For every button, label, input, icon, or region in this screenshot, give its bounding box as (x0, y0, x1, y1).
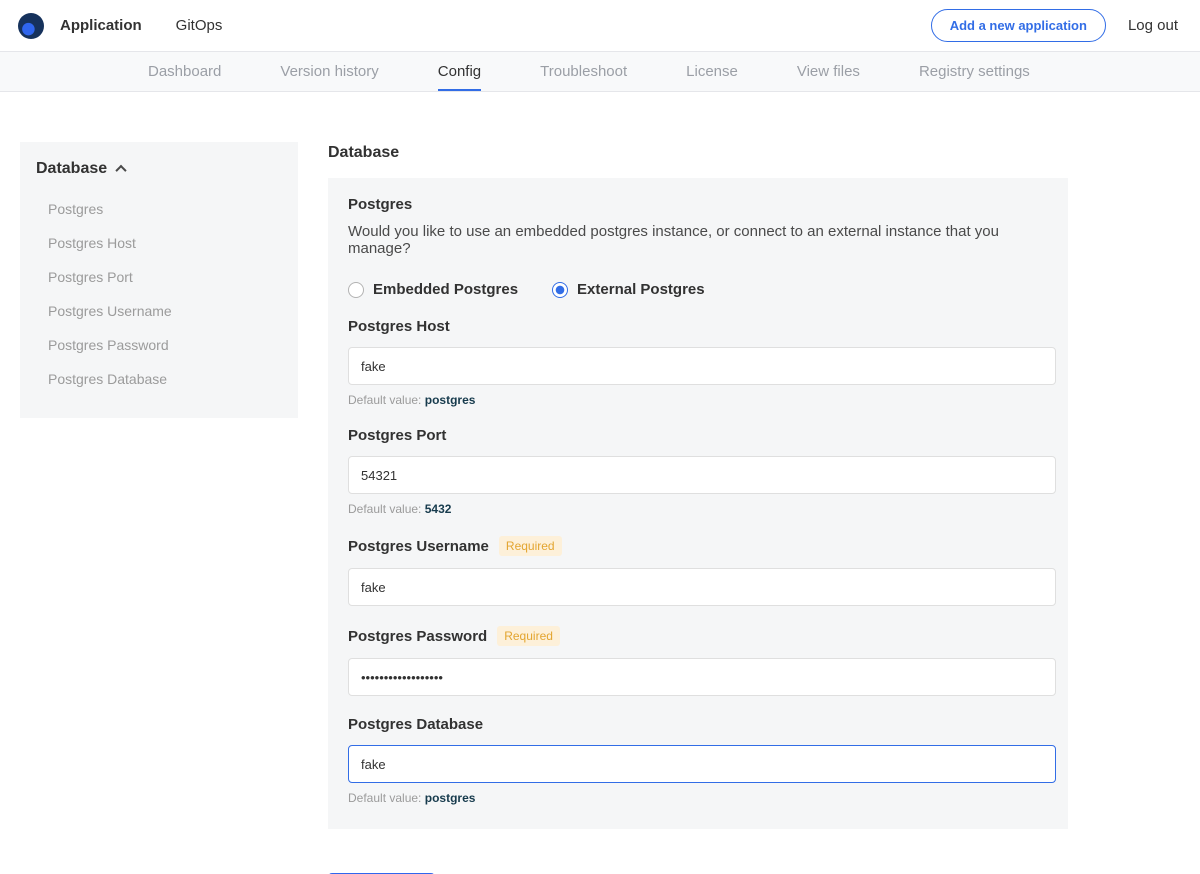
config-group-card: Postgres Would you like to use an embedd… (328, 178, 1068, 829)
subnav-tab-config[interactable]: Config (438, 52, 481, 91)
content-area: Database Postgres Postgres Host Postgres… (0, 92, 1200, 874)
default-prefix: Default value: (348, 791, 421, 805)
page-title: Database (328, 144, 1068, 162)
sidebar-item-postgres-host[interactable]: Postgres Host (36, 226, 282, 260)
field-label: Postgres Password (348, 628, 487, 645)
subnav-tab-dashboard[interactable]: Dashboard (148, 52, 221, 91)
postgres-port-input[interactable] (348, 456, 1056, 494)
add-new-application-button[interactable]: Add a new application (931, 9, 1106, 42)
header-tabs: Application GitOps (58, 11, 224, 40)
section-label: Postgres (348, 196, 1056, 213)
sidebar-item-postgres[interactable]: Postgres (36, 192, 282, 226)
config-main: Database Postgres Would you like to use … (328, 142, 1068, 874)
sidebar-item-postgres-password[interactable]: Postgres Password (36, 328, 282, 362)
field-postgres-port: Postgres Port Default value: 5432 (348, 427, 1056, 516)
field-postgres-host: Postgres Host Default value: postgres (348, 318, 1056, 407)
subnav-tab-view-files[interactable]: View files (797, 52, 860, 91)
field-label: Postgres Username (348, 538, 489, 555)
subnav-tab-version-history[interactable]: Version history (280, 52, 378, 91)
logout-link[interactable]: Log out (1128, 17, 1184, 34)
radio-label-external: External Postgres (577, 281, 705, 298)
embedded-postgres-radio[interactable] (348, 282, 364, 298)
header-right: Add a new application Log out (931, 9, 1184, 42)
default-value-hint: Default value: 5432 (348, 502, 1056, 516)
field-label: Postgres Port (348, 427, 446, 444)
default-value: postgres (425, 393, 476, 407)
subnav-tab-troubleshoot[interactable]: Troubleshoot (540, 52, 627, 91)
radio-option-embedded[interactable]: Embedded Postgres (348, 281, 518, 298)
postgres-host-input[interactable] (348, 347, 1056, 385)
default-value-hint: Default value: postgres (348, 791, 1056, 805)
chevron-up-icon (115, 165, 126, 176)
field-label: Postgres Database (348, 716, 483, 733)
top-header: Application GitOps Add a new application… (0, 0, 1200, 52)
config-sidebar: Database Postgres Postgres Host Postgres… (20, 142, 298, 418)
postgres-type-radio-group: Embedded Postgres External Postgres (348, 281, 1056, 298)
field-postgres-username: Postgres Username Required (348, 536, 1056, 606)
default-prefix: Default value: (348, 502, 421, 516)
radio-label-embedded: Embedded Postgres (373, 281, 518, 298)
app-subnav: Dashboard Version history Config Trouble… (0, 52, 1200, 92)
default-prefix: Default value: (348, 393, 421, 407)
radio-option-external[interactable]: External Postgres (552, 281, 705, 298)
required-badge: Required (499, 536, 562, 556)
postgres-database-input[interactable] (348, 745, 1056, 783)
subnav-tab-registry-settings[interactable]: Registry settings (919, 52, 1030, 91)
header-tab-application[interactable]: Application (58, 11, 144, 40)
header-tab-gitops[interactable]: GitOps (174, 11, 225, 40)
field-postgres-password: Postgres Password Required (348, 626, 1056, 696)
subnav-tab-license[interactable]: License (686, 52, 738, 91)
sidebar-item-postgres-database[interactable]: Postgres Database (36, 362, 282, 396)
app-logo-icon (18, 13, 44, 39)
sidebar-item-postgres-port[interactable]: Postgres Port (36, 260, 282, 294)
sidebar-group-label: Database (36, 160, 107, 178)
default-value: 5432 (425, 502, 452, 516)
field-label: Postgres Host (348, 318, 450, 335)
default-value-hint: Default value: postgres (348, 393, 1056, 407)
field-postgres-database: Postgres Database Default value: postgre… (348, 716, 1056, 805)
sidebar-group-database[interactable]: Database (36, 160, 282, 178)
postgres-password-input[interactable] (348, 658, 1056, 696)
section-help-text: Would you like to use an embedded postgr… (348, 223, 1056, 257)
external-postgres-radio[interactable] (552, 282, 568, 298)
default-value: postgres (425, 791, 476, 805)
required-badge: Required (497, 626, 560, 646)
postgres-username-input[interactable] (348, 568, 1056, 606)
sidebar-item-postgres-username[interactable]: Postgres Username (36, 294, 282, 328)
